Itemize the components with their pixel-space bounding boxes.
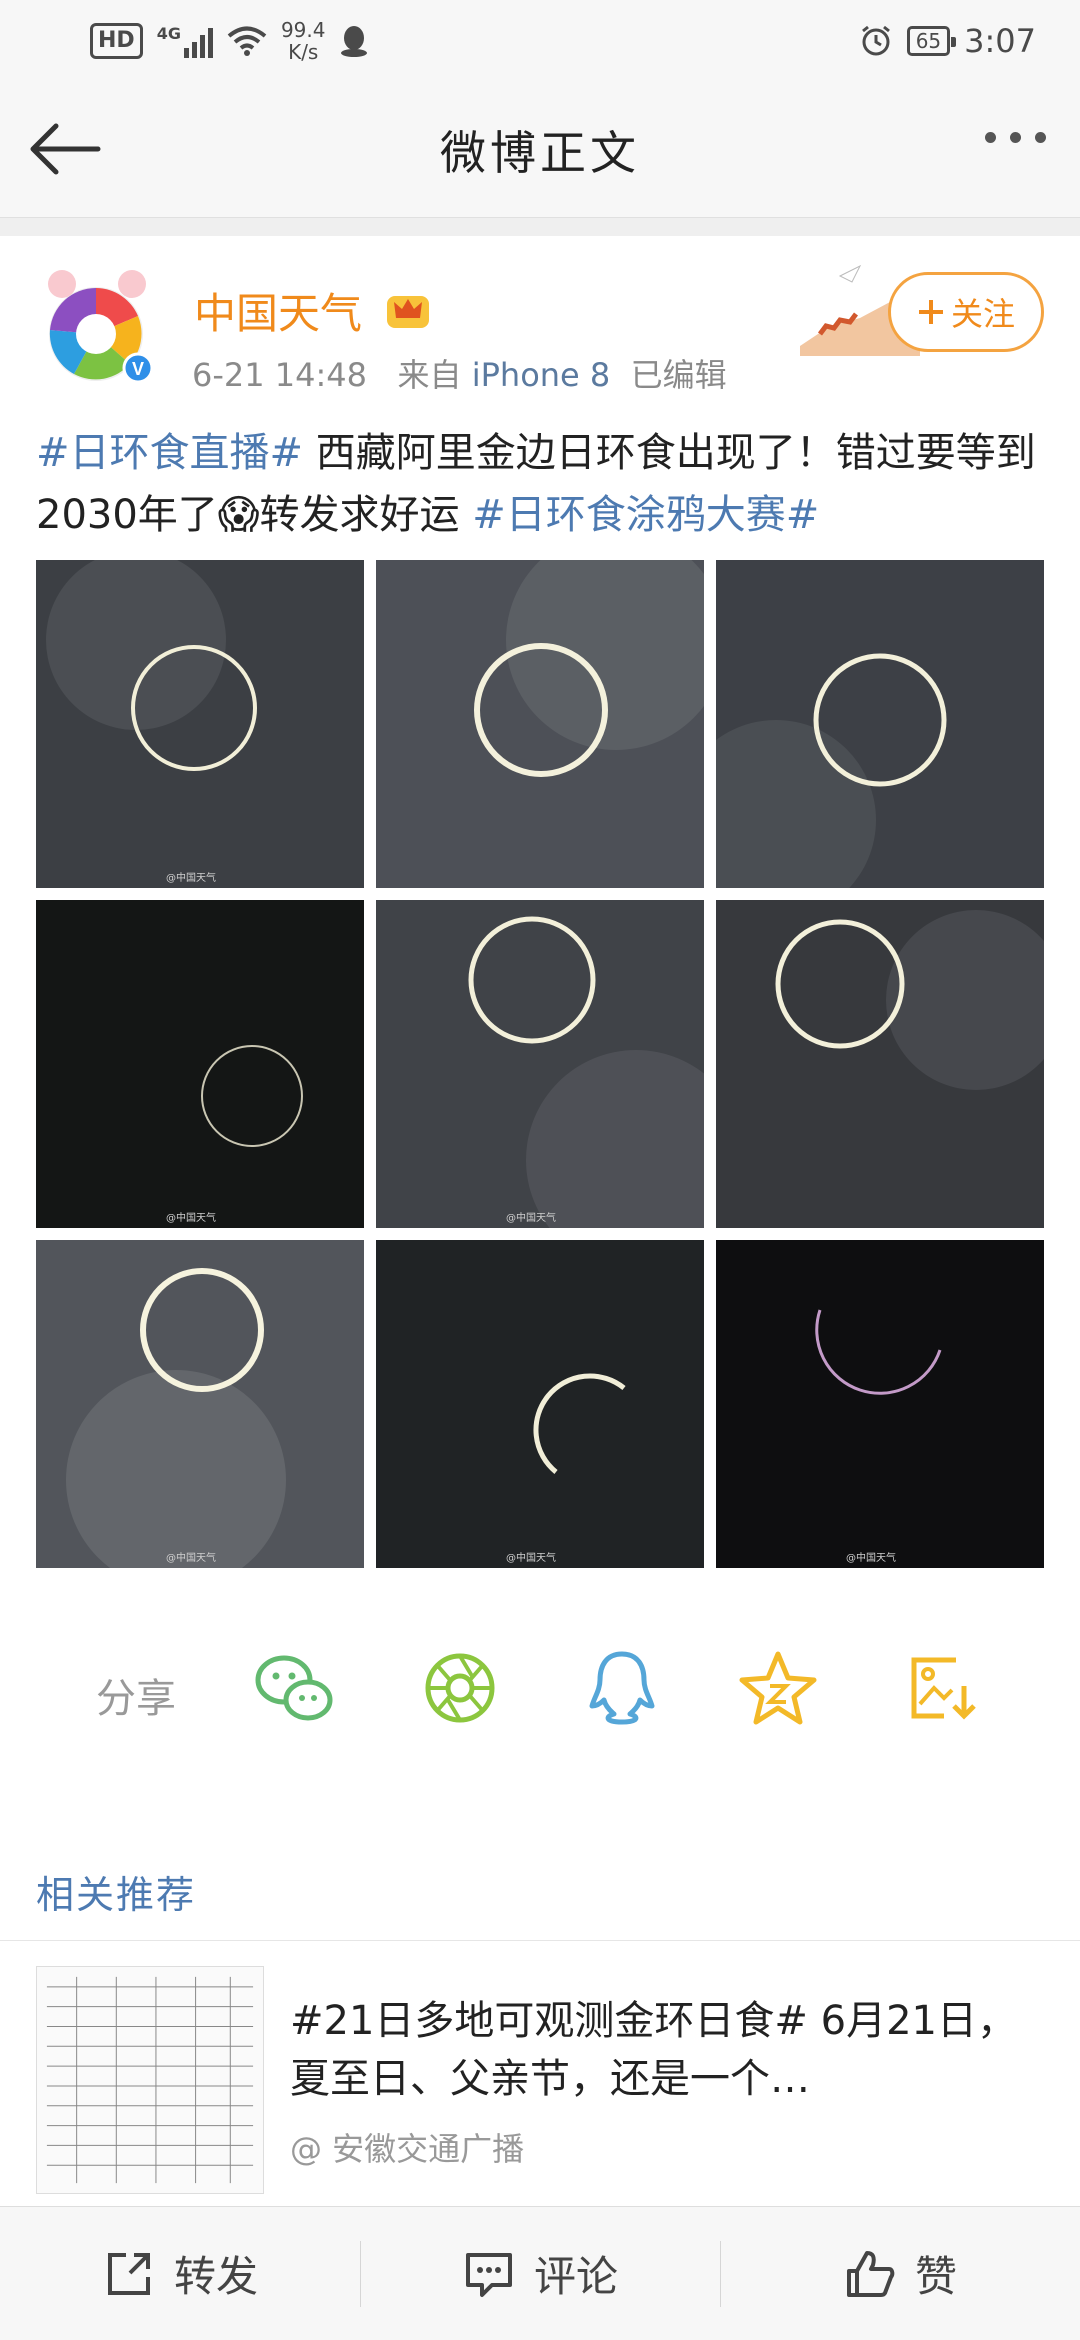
hd-indicator: HD <box>90 23 143 59</box>
page-title: 微博正文 <box>440 125 640 180</box>
clock: 3:07 <box>964 22 1036 60</box>
comment-icon <box>465 2252 512 2297</box>
comment-button[interactable]: 评论 <box>360 2207 720 2340</box>
related-source[interactable]: @ 安徽交通广播 <box>290 2124 524 2170</box>
post-meta: 6-21 14:48 来自 iPhone 8 已编辑 <box>192 350 727 396</box>
follow-label: 关注 <box>950 295 1015 333</box>
repost-button[interactable]: 转发 <box>0 2207 360 2340</box>
related-section: 相关推荐 #21日多地可观测金环日食# 6月21日，夏至日、父亲节，还是一个… … <box>0 1806 1080 2206</box>
vip-crown-icon <box>387 296 429 328</box>
post-image[interactable]: @中国天气 <box>716 1240 1044 1568</box>
share-label: 分享 <box>96 1676 176 1722</box>
like-label: 赞 <box>914 2252 957 2301</box>
related-thumbnail[interactable] <box>36 1966 264 2194</box>
avatar[interactable]: V <box>34 264 158 388</box>
post-image[interactable] <box>716 900 1044 1228</box>
repost-icon <box>107 2252 150 2295</box>
status-bar: HD 4G 99.4 K/s 65 3:07 <box>0 0 1080 82</box>
related-title: 相关推荐 <box>36 1873 197 1917</box>
post-image[interactable]: @中国天气 <box>36 1240 364 1568</box>
related-text[interactable]: #21日多地可观测金环日食# 6月21日，夏至日、父亲节，还是一个… <box>290 1992 1050 2108</box>
post-image[interactable] <box>376 560 704 888</box>
post-source[interactable]: iPhone 8 <box>472 356 611 394</box>
author-name[interactable]: 中国天气 <box>194 280 362 341</box>
post-image[interactable]: @中国天气 <box>36 900 364 1228</box>
post-text: #日环食直播# 西藏阿里金边日环食出现了！错过要等到2030年了😱转发求好运 #… <box>36 430 1036 538</box>
edited-label: 已编辑 <box>630 356 727 394</box>
like-button[interactable]: 赞 <box>720 2207 1080 2340</box>
alarm-icon <box>861 25 890 56</box>
like-icon <box>846 2250 895 2297</box>
image-grid: @中国天气 @中国天气 @中国天气 @中国天气 @中国天气 @中国天气 <box>36 560 1044 1568</box>
wechat-icon[interactable] <box>252 1646 336 1730</box>
hashtag-link[interactable]: #日环食直播# <box>36 430 303 476</box>
moments-icon[interactable] <box>418 1646 502 1730</box>
post-image[interactable] <box>716 560 1044 888</box>
post-time: 6-21 14:48 <box>192 356 368 394</box>
save-image-icon[interactable] <box>900 1646 984 1730</box>
divider <box>0 1940 1080 1941</box>
post-image[interactable]: @中国天气 <box>376 900 704 1228</box>
qq-icon[interactable] <box>580 1646 664 1730</box>
more-icon[interactable] <box>985 132 1046 143</box>
bottom-action-bar: 转发 评论 赞 <box>0 2206 1080 2340</box>
comment-label: 评论 <box>533 2252 618 2301</box>
post-card: V 中国天气 6-21 14:48 来自 iPhone 8 已编辑 关注 #日环… <box>0 236 1080 1806</box>
back-arrow-icon[interactable] <box>26 114 106 184</box>
qq-notification-icon <box>341 26 368 57</box>
battery-icon: 65 <box>906 26 957 56</box>
follow-button[interactable]: 关注 <box>888 272 1044 352</box>
post-image[interactable]: @中国天气 <box>376 1240 704 1568</box>
post-image[interactable]: @中国天气 <box>36 560 364 888</box>
svg-text:V: V <box>132 359 144 379</box>
hashtag-link[interactable]: #日环食涂鸦大赛# <box>472 492 819 538</box>
favorite-star-icon[interactable] <box>736 1646 820 1730</box>
share-row: 分享 <box>0 1636 1080 1746</box>
network-speed: 99.4 K/s <box>280 18 326 64</box>
repost-label: 转发 <box>173 2252 258 2301</box>
source-prefix: 来自 <box>397 356 462 394</box>
signal-icon: 4G <box>157 24 213 58</box>
shocked-emoji-icon: 😱 <box>217 492 260 538</box>
wifi-icon <box>227 26 267 56</box>
nav-bar: 微博正文 <box>0 82 1080 218</box>
plus-icon <box>918 300 943 324</box>
